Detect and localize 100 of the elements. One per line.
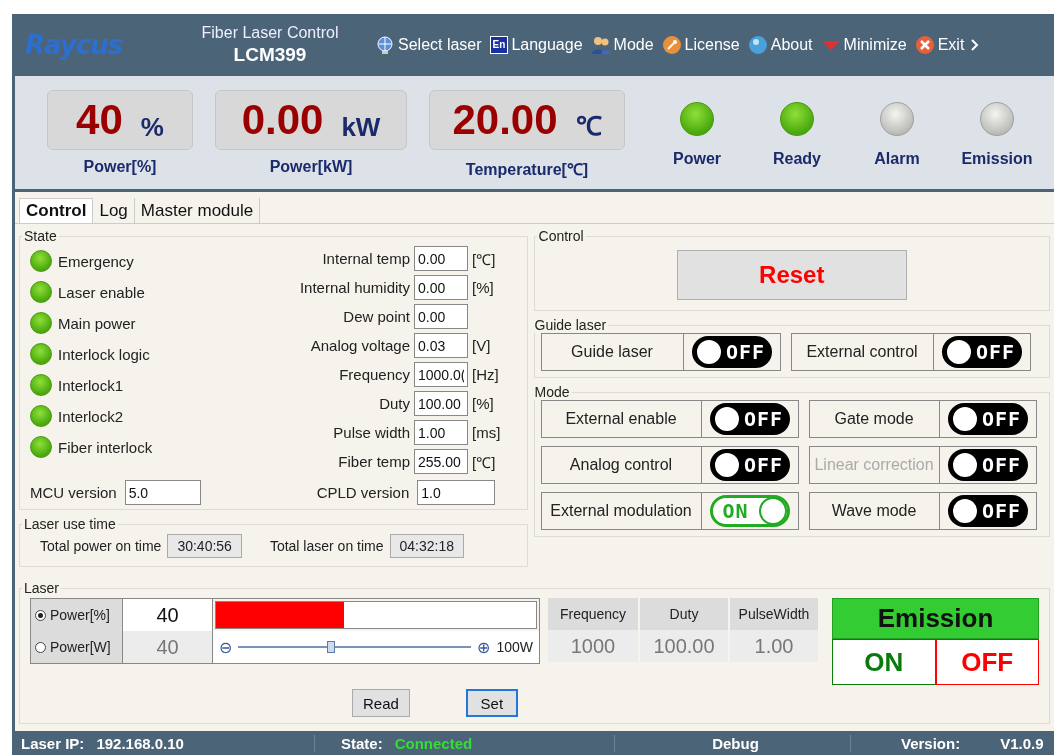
field-label: Duty xyxy=(378,395,410,412)
plus-icon[interactable]: ⊕ xyxy=(477,637,491,657)
field-label: Analog voltage xyxy=(309,337,410,354)
unit-label: [ms] xyxy=(472,424,502,441)
field-label: Frequency xyxy=(338,366,410,383)
toggle-switch[interactable]: OFF xyxy=(691,336,772,368)
version-number: V1.0.9 xyxy=(1000,734,1044,752)
value-field[interactable]: 0.00 xyxy=(414,304,468,329)
globe-icon xyxy=(375,35,395,55)
field-label: CPLD version xyxy=(316,484,410,501)
readout-value: 20.00 xyxy=(452,96,558,144)
value-field[interactable]: 0.03 xyxy=(414,333,468,358)
led-label: Interlock1 xyxy=(58,376,124,394)
group-title: Laser xyxy=(23,580,61,596)
switch-label: Analog control xyxy=(541,447,702,483)
switch-label: Guide laser xyxy=(541,334,684,370)
led-label: Interlock2 xyxy=(58,407,124,425)
toggle-switch[interactable]: OFF xyxy=(941,336,1022,368)
unit-label: [V] xyxy=(472,337,492,354)
chevron-icon[interactable] xyxy=(970,38,981,52)
tab[interactable]: Log xyxy=(93,198,135,223)
menu-item[interactable]: About xyxy=(745,35,815,55)
value-field[interactable]: 1.00 xyxy=(414,420,468,445)
power-value: 40 xyxy=(123,599,213,631)
toggle-switch[interactable]: OFF xyxy=(947,403,1028,435)
led-label: Emergency xyxy=(58,252,134,270)
unit-label: [℃] xyxy=(472,249,497,269)
group-title: Mode xyxy=(533,384,571,400)
column-header: Frequency xyxy=(548,598,638,630)
max-label: 100W xyxy=(496,639,533,655)
led-label: Interlock logic xyxy=(58,345,150,363)
readout-value: 0.00 xyxy=(241,96,324,144)
lamp-label: Ready xyxy=(773,150,821,168)
readout-value: 40 xyxy=(76,96,123,144)
toggle-switch[interactable]: OFF xyxy=(709,403,790,435)
readout-unit: ℃ xyxy=(575,110,602,143)
app-title: Fiber Laser Control xyxy=(201,24,339,42)
value-field[interactable]: 255.00 xyxy=(414,449,468,474)
field-label: Fiber temp xyxy=(337,453,410,470)
power-value: 40 xyxy=(123,631,213,663)
radio-button[interactable] xyxy=(35,609,46,621)
unit-label: [Hz] xyxy=(472,366,500,383)
radio-option[interactable]: Power[W] xyxy=(31,631,123,663)
tab[interactable]: Control xyxy=(19,198,94,223)
column-header: Duty xyxy=(640,598,728,630)
toggle-switch[interactable]: OFF xyxy=(709,449,790,481)
menu-item[interactable]: Select laser xyxy=(373,35,484,55)
key-icon xyxy=(661,35,682,55)
unit-label: [%] xyxy=(472,395,495,412)
time-label: Total power on time xyxy=(40,538,162,554)
group-title: State xyxy=(23,228,58,244)
field-label: Pulse width xyxy=(332,424,410,441)
menu-item[interactable]: En Language xyxy=(487,36,585,54)
lamp-label: Alarm xyxy=(874,150,920,168)
menu-item[interactable]: Exit xyxy=(912,35,967,55)
minus-icon[interactable]: ⊖ xyxy=(219,637,232,657)
value-field[interactable]: 1.0 xyxy=(417,480,496,505)
switch-label: External modulation xyxy=(541,493,702,529)
readout-label: Power[kW] xyxy=(269,158,353,176)
menu-item[interactable]: Mode xyxy=(588,35,656,55)
readout-unit: kW xyxy=(341,112,381,143)
field-label: Internal humidity xyxy=(298,279,410,296)
switch-label: Wave mode xyxy=(809,493,940,529)
readout-unit: % xyxy=(140,112,164,143)
status-label: Laser IP: xyxy=(21,734,85,752)
debug-label[interactable]: Debug xyxy=(712,734,759,752)
switch-label: Linear correction xyxy=(809,447,940,483)
close-icon xyxy=(914,35,935,55)
value-field[interactable]: 0.00 xyxy=(414,275,468,300)
menu-item[interactable]: License xyxy=(659,35,742,55)
value-field[interactable]: 0.00 xyxy=(414,246,468,271)
param-value: 100.00 xyxy=(640,630,728,662)
unit-label: [℃] xyxy=(472,452,497,472)
value-field[interactable]: 5.0 xyxy=(124,480,201,505)
menu-item[interactable]: Minimize xyxy=(818,35,909,55)
connection-state: Connected xyxy=(394,734,473,752)
unit-label: [%] xyxy=(472,279,495,296)
radio-option[interactable]: Power[%] xyxy=(31,599,123,631)
slider-thumb[interactable] xyxy=(327,641,336,653)
group-title: Laser use time xyxy=(23,516,117,532)
lamp-label: Emission xyxy=(961,150,1033,168)
toggle-switch[interactable]: OFF xyxy=(947,495,1028,527)
tab[interactable]: Master module xyxy=(134,198,261,223)
field-label: MCU version xyxy=(30,484,117,501)
radio-button[interactable] xyxy=(35,641,46,653)
read-button[interactable]: Read xyxy=(352,689,410,717)
readout-label: Power[%] xyxy=(83,158,157,176)
switch-label: External control xyxy=(791,334,934,370)
param-value: 1.00 xyxy=(730,630,818,662)
value-field[interactable]: 100.00 xyxy=(414,391,468,416)
lamp-label: Power xyxy=(673,150,721,168)
group-title: Control xyxy=(537,228,585,244)
set-button[interactable]: Set xyxy=(465,689,518,717)
emission-off-button[interactable]: OFF xyxy=(935,639,1039,685)
emission-on-button[interactable]: ON xyxy=(832,639,936,685)
info-icon xyxy=(747,35,768,55)
language-badge: En xyxy=(489,36,509,54)
time-label: Total laser on time xyxy=(269,538,384,554)
readout-label: Temperature[℃] xyxy=(465,160,589,180)
time-value: 04:32:18 xyxy=(389,534,464,558)
